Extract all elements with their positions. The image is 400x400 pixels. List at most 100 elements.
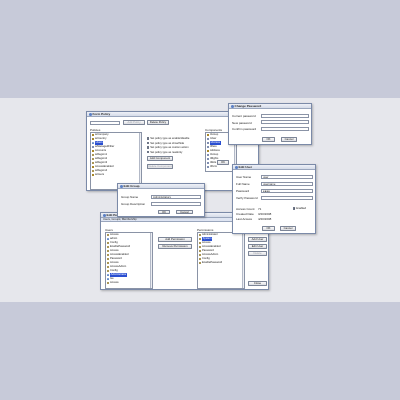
key-icon: [199, 241, 202, 245]
edit-user-titlebar[interactable]: Edit User: [233, 165, 315, 170]
enabled-checkbox[interactable]: ✓ Enabled: [293, 207, 306, 210]
last-access-label: Last Access: [236, 217, 253, 221]
key-icon: [107, 249, 110, 253]
key-icon: [92, 157, 95, 161]
key-icon: [107, 257, 110, 261]
page-icon: [92, 145, 95, 149]
policy-type-custom-checkbox[interactable]: Set policy type as custom action: [147, 146, 189, 149]
key-icon: [92, 153, 95, 157]
key-icon: [107, 233, 110, 237]
access-count-value: 71: [258, 207, 262, 211]
user-name-input[interactable]: user: [261, 174, 313, 179]
key-icon: [107, 269, 110, 273]
key-icon: [199, 245, 202, 249]
page-icon: [207, 157, 210, 161]
form-policy-ok-button[interactable]: OK: [217, 160, 229, 165]
folder-icon: [207, 149, 210, 153]
key-icon: [199, 233, 202, 237]
checkbox[interactable]: [147, 141, 150, 145]
verify-password-input[interactable]: [261, 195, 313, 200]
page-icon: [207, 153, 210, 157]
new-password-input[interactable]: [261, 120, 309, 124]
full-name-input[interactable]: username: [261, 181, 313, 186]
checkbox[interactable]: [147, 146, 150, 149]
page-icon: [207, 161, 210, 165]
permissions-tree[interactable]: Administrator System Access AccessEnable…: [197, 232, 245, 289]
edit-group-ok-button[interactable]: OK: [158, 209, 170, 214]
new-password-label: New password: [232, 120, 252, 125]
edit-group-titlebar[interactable]: Edit Group: [118, 184, 204, 189]
key-icon: [199, 249, 202, 253]
folder-icon: [92, 165, 95, 169]
delete-component-button[interactable]: Delete Component: [147, 164, 173, 169]
change-password-title: Change Password: [234, 104, 262, 108]
user-icon: [107, 237, 110, 241]
group-name-input[interactable]: Administrators: [151, 194, 201, 199]
policies-scrollbar[interactable]: [138, 133, 141, 189]
key-icon: [199, 257, 202, 261]
add-component-button[interactable]: Add Component: [147, 156, 173, 161]
key-icon: [199, 261, 202, 265]
current-password-input[interactable]: [261, 113, 309, 118]
permissions-scrollbar[interactable]: [241, 233, 244, 288]
full-name-label: Full Name: [236, 182, 250, 186]
remove-permission-button[interactable]: Remove Permission: [158, 244, 192, 249]
folder-icon: [92, 133, 95, 137]
add-permission-button[interactable]: Add Permission: [158, 237, 192, 242]
edit-group-title: Edit Group: [123, 184, 140, 188]
tree-item[interactable]: Access: [106, 281, 152, 285]
change-password-ok-button[interactable]: OK: [262, 137, 275, 142]
group-description-label: Group Description: [121, 202, 146, 206]
close-button[interactable]: Close: [248, 281, 267, 286]
checkbox[interactable]: [147, 150, 150, 154]
password-input[interactable]: ●●●●: [261, 188, 313, 193]
key-icon: [107, 265, 110, 269]
user-name-label: User Name: [236, 175, 252, 179]
change-password-titlebar[interactable]: Change Password: [229, 104, 311, 109]
policy-type-readonly-checkbox[interactable]: Set policy type as readonly: [147, 151, 182, 154]
policy-type-enable-checkbox[interactable]: Set policy type as enable/disable: [147, 137, 189, 140]
form-policy-title: Form Policy: [92, 112, 111, 116]
users-tree[interactable]: Access admin Config EnablePassword Acces…: [105, 232, 153, 289]
policies-tree[interactable]: ieCompany ieCountry Users ieManagedFilte…: [90, 132, 142, 190]
add-policy-button[interactable]: Add Policy: [123, 120, 145, 125]
key-icon: [107, 245, 110, 249]
policy-name-input[interactable]: [90, 120, 120, 125]
edit-user-title: Edit User: [238, 165, 253, 169]
window-icon: [88, 112, 92, 116]
key-icon: [92, 161, 95, 165]
delete-user-button[interactable]: Delete: [248, 251, 267, 256]
users-scrollbar[interactable]: [149, 233, 152, 288]
tree-item[interactable]: ieUsers: [91, 173, 141, 177]
policy-type-show-checkbox[interactable]: Set policy type as show/hide: [147, 142, 184, 145]
user-icon: [107, 277, 110, 281]
created-date-value: 3/20/2008: [258, 212, 272, 216]
created-date-label: Created Date: [236, 212, 254, 216]
user-icon: [92, 141, 95, 145]
edit-user-window: Edit User User Name user Full Name usern…: [232, 164, 316, 234]
change-password-cancel-button[interactable]: Cancel: [281, 137, 297, 142]
edit-group-cancel-button[interactable]: Cancel: [176, 209, 193, 214]
edit-user-cancel-button[interactable]: Cancel: [280, 226, 296, 231]
confirm-password-input[interactable]: [261, 126, 309, 131]
page-icon: [207, 137, 210, 141]
delete-policy-button[interactable]: Delete Policy: [147, 120, 169, 125]
edit-user-button[interactable]: Edit User: [248, 244, 267, 249]
edit-group-window: Edit Group Group Name Administrators Gro…: [117, 183, 205, 217]
page-icon: [207, 141, 210, 145]
folder-icon: [92, 137, 95, 141]
folder-icon: [92, 149, 95, 153]
key-icon: [199, 253, 202, 257]
add-user-button[interactable]: Add User: [248, 237, 267, 242]
tree-item[interactable]: EnablePassword: [198, 261, 244, 265]
last-access-value: 4/20/2008: [258, 217, 272, 221]
folder-icon: [92, 173, 95, 177]
edit-user-ok-button[interactable]: OK: [262, 226, 275, 231]
page-icon: [207, 165, 210, 169]
checkbox[interactable]: [147, 137, 150, 140]
checkbox-checked[interactable]: ✓: [293, 207, 296, 210]
key-icon: [107, 253, 110, 257]
verify-password-label: Verify Password: [236, 196, 258, 200]
page-icon: [207, 145, 210, 149]
group-description-input[interactable]: [151, 201, 201, 206]
